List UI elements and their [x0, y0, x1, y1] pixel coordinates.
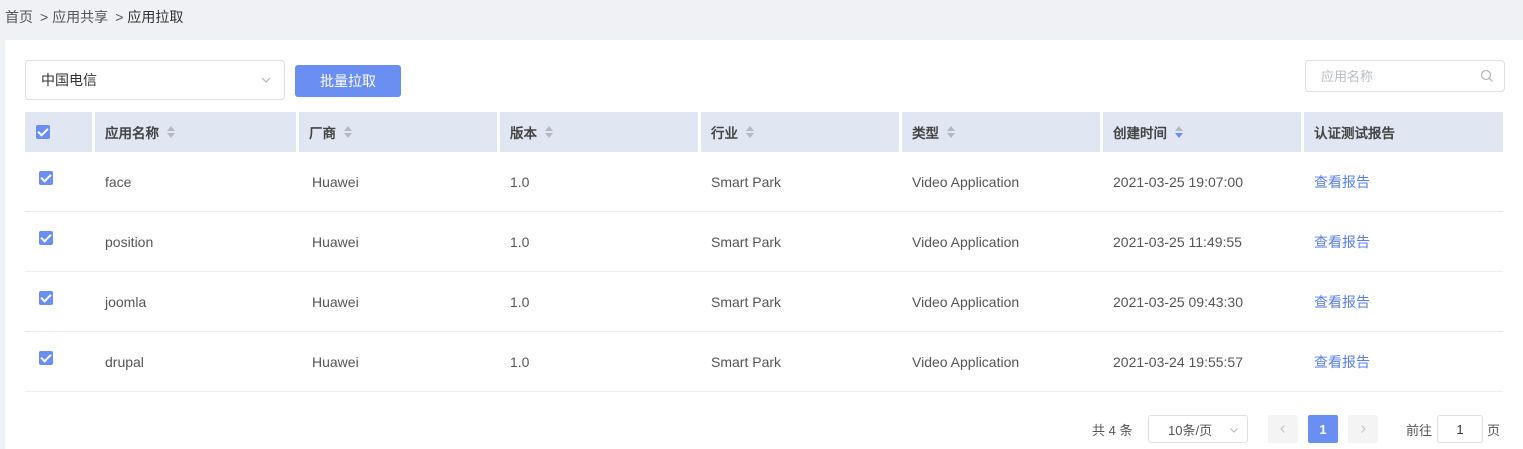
app-table: 应用名称 厂商 版本 行业 类型 创建时间 认证测试报告 face Huawei…: [25, 112, 1503, 392]
cell-created: 2021-03-24 19:55:57: [1113, 353, 1243, 370]
cell-type: Video Application: [912, 173, 1020, 190]
cell-version: 1.0: [510, 353, 530, 370]
breadcrumb-separator: >: [40, 9, 49, 25]
cell-created: 2021-03-25 19:07:00: [1113, 173, 1243, 190]
search-input[interactable]: [1321, 61, 1481, 91]
cell-created: 2021-03-25 11:49:55: [1113, 233, 1242, 250]
column-header-label: 类型: [912, 126, 939, 141]
view-report-link[interactable]: 查看报告: [1314, 352, 1370, 372]
table-row[interactable]: joomla Huawei 1.0 Smart Park Video Appli…: [25, 272, 1503, 332]
cell-industry: Smart Park: [711, 173, 782, 190]
row-checkbox[interactable]: [39, 231, 53, 245]
cell-name: position: [105, 233, 154, 250]
cell-created: 2021-03-25 09:43:30: [1113, 293, 1243, 310]
cell-version: 1.0: [510, 173, 530, 190]
prev-page-button[interactable]: [1268, 415, 1298, 443]
cell-type: Video Application: [912, 293, 1020, 310]
cell-report: 查看报告: [1304, 332, 1503, 391]
search-box: [1305, 60, 1505, 92]
column-header-vendor[interactable]: 厂商: [299, 112, 500, 152]
breadcrumb-app-share[interactable]: 应用共享: [52, 7, 108, 27]
cell-type: Video Application: [912, 233, 1020, 250]
row-checkbox[interactable]: [39, 171, 53, 185]
column-header-label: 版本: [510, 126, 537, 141]
cell-version: 1.0: [510, 233, 530, 250]
sort-icon[interactable]: [1175, 126, 1183, 138]
cell-industry: Smart Park: [711, 293, 782, 310]
column-header-label: 应用名称: [105, 126, 159, 141]
page-unit-label: 页: [1487, 423, 1501, 438]
goto-label: 前往: [1406, 423, 1433, 438]
total-count: 共 4 条: [1092, 423, 1133, 438]
breadcrumb-home[interactable]: 首页: [5, 7, 33, 27]
table-row[interactable]: position Huawei 1.0 Smart Park Video App…: [25, 212, 1503, 272]
select-all-checkbox[interactable]: [36, 125, 50, 139]
cell-vendor: Huawei: [312, 293, 359, 310]
page-size-select[interactable]: 10条/页: [1148, 415, 1248, 443]
column-header-type[interactable]: 类型: [902, 112, 1103, 152]
sort-icon[interactable]: [947, 126, 955, 138]
row-select-cell: [25, 332, 95, 391]
sort-icon[interactable]: [344, 126, 352, 138]
cell-name: joomla: [105, 293, 147, 310]
column-header-name[interactable]: 应用名称: [95, 112, 299, 152]
row-checkbox[interactable]: [39, 291, 53, 305]
operator-select-value: 中国电信: [41, 72, 97, 88]
column-header-report: 认证测试报告: [1304, 112, 1503, 152]
breadcrumb-current: 应用拉取: [127, 9, 184, 25]
chevron-down-icon: [261, 77, 271, 83]
column-header-label: 行业: [711, 126, 738, 141]
search-icon[interactable]: [1480, 69, 1494, 83]
cell-vendor: Huawei: [312, 353, 359, 370]
sort-icon[interactable]: [167, 126, 175, 138]
view-report-link[interactable]: 查看报告: [1314, 172, 1370, 192]
operator-select[interactable]: 中国电信: [25, 60, 285, 100]
goto-page-input[interactable]: [1437, 415, 1483, 443]
cell-type: Video Application: [912, 353, 1020, 370]
column-header-version[interactable]: 版本: [500, 112, 701, 152]
sort-icon[interactable]: [746, 126, 754, 138]
batch-pull-button[interactable]: 批量拉取: [295, 65, 401, 97]
cell-name: drupal: [105, 353, 144, 370]
sort-icon[interactable]: [545, 126, 553, 138]
cell-report: 查看报告: [1304, 272, 1503, 331]
column-header-industry[interactable]: 行业: [701, 112, 902, 152]
table-row[interactable]: face Huawei 1.0 Smart Park Video Applica…: [25, 152, 1503, 212]
cell-vendor: Huawei: [312, 173, 359, 190]
column-header-label: 创建时间: [1113, 126, 1167, 141]
content-panel: 中国电信 批量拉取 应用名称 厂商 版本 行业: [5, 40, 1523, 449]
breadcrumb: 首页 > 应用共享 > 应用拉取: [5, 8, 183, 26]
cell-report: 查看报告: [1304, 212, 1503, 271]
header-select-all-cell: [25, 112, 95, 152]
page-size-value: 10条/页: [1168, 422, 1213, 438]
pagination: 共 4 条 10条/页 1 前往 页: [5, 414, 1523, 444]
cell-vendor: Huawei: [312, 233, 359, 250]
row-select-cell: [25, 152, 95, 211]
chevron-right-icon: [1361, 425, 1366, 433]
cell-name: face: [105, 173, 132, 190]
column-header-label: 认证测试报告: [1314, 126, 1395, 141]
next-page-button[interactable]: [1348, 415, 1378, 443]
row-checkbox[interactable]: [39, 351, 53, 365]
cell-industry: Smart Park: [711, 233, 782, 250]
cell-report: 查看报告: [1304, 152, 1503, 211]
cell-version: 1.0: [510, 293, 530, 310]
breadcrumb-separator: >: [115, 9, 124, 25]
view-report-link[interactable]: 查看报告: [1314, 232, 1370, 252]
chevron-down-icon: [1230, 428, 1238, 433]
column-header-label: 厂商: [309, 126, 336, 141]
view-report-link[interactable]: 查看报告: [1314, 292, 1370, 312]
table-row[interactable]: drupal Huawei 1.0 Smart Park Video Appli…: [25, 332, 1503, 392]
chevron-left-icon: [1280, 425, 1285, 433]
column-header-created[interactable]: 创建时间: [1103, 112, 1304, 152]
row-select-cell: [25, 272, 95, 331]
row-select-cell: [25, 212, 95, 271]
table-header: 应用名称 厂商 版本 行业 类型 创建时间 认证测试报告: [25, 112, 1503, 152]
page-number-current[interactable]: 1: [1308, 415, 1338, 443]
cell-industry: Smart Park: [711, 353, 782, 370]
